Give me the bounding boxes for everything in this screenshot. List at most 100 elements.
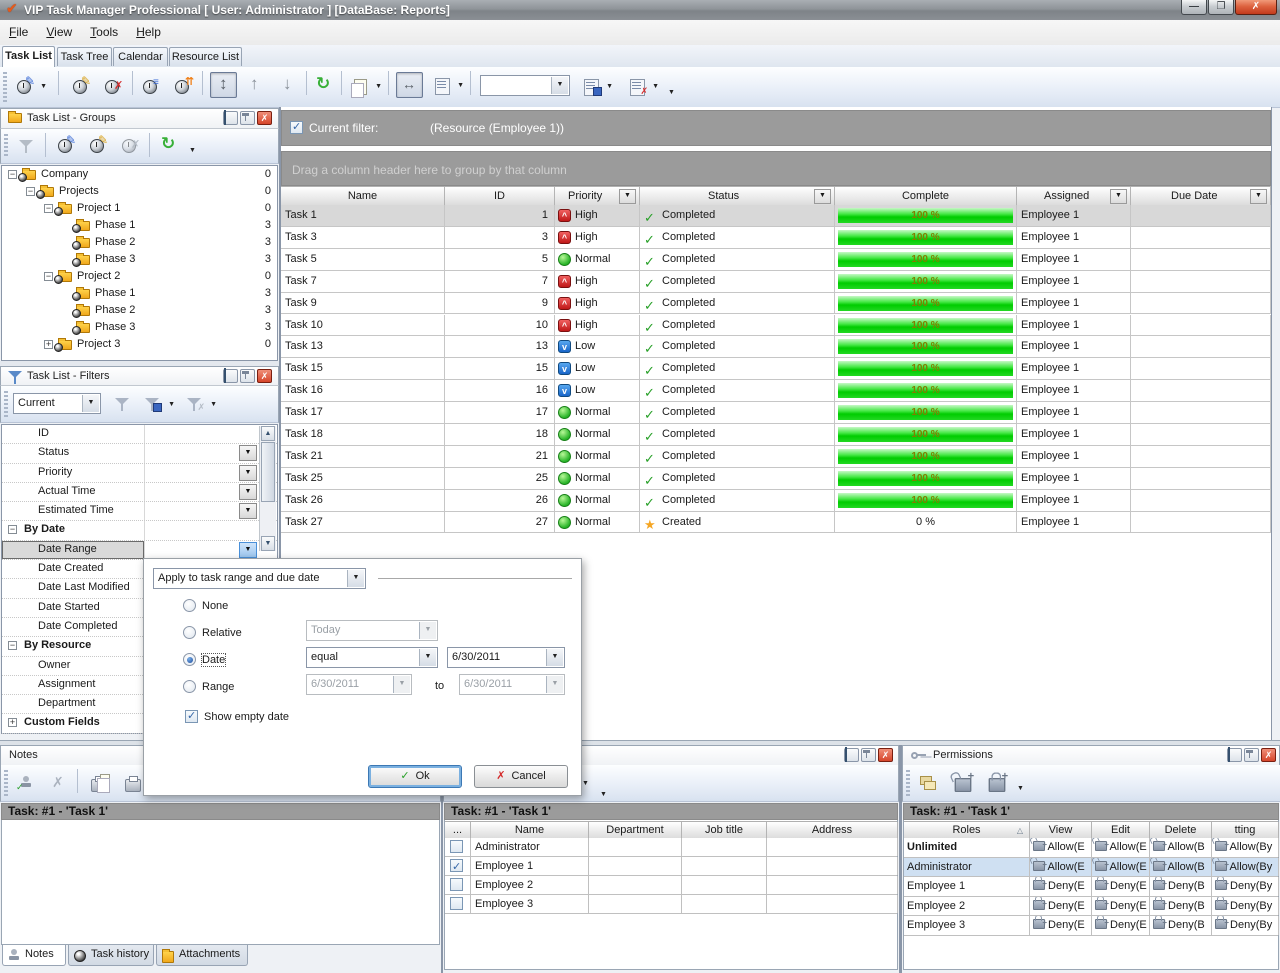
date-value-arrow[interactable]: ▼ [546, 649, 563, 666]
task-row[interactable]: Task 2525Normal✓Completed100 %Employee 1 [281, 468, 1271, 490]
task-row[interactable]: Task 2626Normal✓Completed100 %Employee 1 [281, 490, 1271, 512]
apply-mode-combo[interactable]: Apply to task range and due date ▼ [153, 568, 366, 589]
filter-row-priority[interactable]: Priority▼ [2, 464, 277, 483]
group-by-bar[interactable]: Drag a column header here to group by th… [281, 151, 1271, 186]
toolbar-overflow-icon[interactable]: ▼ [668, 89, 675, 96]
lock-button[interactable] [983, 770, 1009, 795]
sort-ascending-button[interactable]: ↑ [243, 72, 270, 98]
notes-tab-notes[interactable]: Notes [2, 945, 66, 966]
ok-button[interactable]: ✓Ok [368, 765, 462, 788]
close-button[interactable]: ✗ [1235, 0, 1277, 15]
permission-row-employee-1[interactable]: Employee 1 Deny(E Deny(E Deny(B Deny(By [904, 877, 1278, 897]
filters-toolbar-grip[interactable] [4, 391, 8, 417]
filters-close-button[interactable]: ✗ [257, 369, 272, 383]
permissions-close-button[interactable]: ✗ [1261, 748, 1276, 762]
column-header-due-date[interactable]: Due Date▼ [1131, 187, 1271, 206]
layout-list-button[interactable]: ▼ [429, 72, 456, 98]
groups-toolbar-grip[interactable] [4, 134, 8, 158]
assign-close-button[interactable]: ✗ [878, 748, 893, 762]
clear-filter-button[interactable]: ✗▼ [183, 391, 209, 416]
radio-range-label[interactable]: Range [202, 681, 234, 693]
permission-row-employee-2[interactable]: Employee 2 Deny(E Deny(E Deny(B Deny(By [904, 897, 1278, 917]
column-header-assigned[interactable]: Assigned▼ [1017, 187, 1131, 206]
filter-dropdown-icon[interactable]: ▼ [239, 484, 257, 500]
show-empty-label[interactable]: Show empty date [204, 711, 289, 723]
column-header-status[interactable]: Status▼ [640, 187, 835, 206]
permissions-toolbar-grip[interactable] [906, 770, 910, 796]
expand-icon[interactable]: + [44, 340, 53, 349]
collapse-icon[interactable]: − [8, 170, 17, 179]
tree-item-phase-2[interactable]: Phase 23 [2, 234, 277, 251]
perm-column-view[interactable]: View [1030, 822, 1092, 839]
filter-dropdown-icon[interactable]: ▼ [239, 445, 257, 461]
scroll-down-icon[interactable]: ▼ [261, 536, 275, 551]
task-row[interactable]: Task 55Normal✓Completed100 %Employee 1 [281, 249, 1271, 271]
tree-item-project-3[interactable]: +Project 30 [2, 336, 277, 353]
tree-item-project-2[interactable]: −Project 20 [2, 268, 277, 285]
tab-task-list[interactable]: Task List [2, 46, 55, 67]
delete-task-button[interactable]: ✗ [100, 73, 127, 99]
groups-close-button[interactable]: ✗ [257, 111, 272, 125]
radio-none[interactable] [183, 599, 196, 612]
cancel-button[interactable]: ✗Cancel [474, 765, 568, 788]
tree-item-phase-3[interactable]: Phase 33 [2, 319, 277, 336]
filter-row-estimated-time[interactable]: Estimated Time▼ [2, 502, 277, 521]
fit-columns-button[interactable]: ↔ [396, 72, 423, 98]
assign-pin-button[interactable] [861, 748, 876, 762]
collapse-icon[interactable]: − [44, 272, 53, 281]
assign-checkbox[interactable] [450, 859, 463, 872]
assign-row-administrator[interactable]: Administrator [445, 838, 897, 857]
task-row[interactable]: Task 1010^High✓Completed100 %Employee 1 [281, 315, 1271, 337]
filter-row-actual-time[interactable]: Actual Time▼ [2, 483, 277, 502]
date-operator-combo[interactable]: equal ▼ [306, 647, 438, 668]
filter-row-id[interactable]: ID [2, 425, 277, 444]
row-height-button[interactable]: ↕ [210, 72, 237, 98]
layout-combo[interactable]: ▼ [480, 75, 570, 96]
column-header-complete[interactable]: Complete [835, 187, 1017, 206]
assign-checkbox[interactable] [450, 878, 463, 891]
groups-filters-splitter[interactable] [0, 361, 279, 366]
assign-row-employee-1[interactable]: Employee 1 [445, 857, 897, 876]
groups-delete-button[interactable]: ✗ [117, 133, 143, 158]
assign-column-name[interactable]: Name [471, 822, 589, 839]
layout-combo-arrow[interactable]: ▼ [551, 77, 568, 94]
groups-pin-button[interactable] [240, 111, 255, 125]
notes-toolbar-grip[interactable] [4, 770, 8, 796]
collapse-icon[interactable]: − [8, 525, 17, 534]
assign-checkbox[interactable] [450, 840, 463, 853]
filter-dropdown-icon[interactable]: ▼ [239, 542, 257, 558]
menu-help[interactable]: Help [127, 20, 170, 39]
groups-restore-button[interactable] [223, 111, 238, 125]
layout-clear-button[interactable]: ✗▼ [624, 73, 651, 99]
show-empty-checkbox[interactable] [185, 710, 198, 723]
task-row[interactable]: Task 2727Normal★Created0 %Employee 1 [281, 512, 1271, 534]
apply-filter-button[interactable] [109, 391, 135, 416]
menu-file[interactable]: File [0, 20, 37, 39]
assign-checkbox[interactable] [450, 897, 463, 910]
assign-row-employee-2[interactable]: Employee 2 [445, 876, 897, 895]
collapse-icon[interactable]: − [44, 204, 53, 213]
perm-column-delete[interactable]: Delete [1150, 822, 1212, 839]
column-filter-icon[interactable]: ▼ [814, 189, 831, 204]
note-accept-button[interactable]: ✓ [13, 770, 39, 795]
notes-content[interactable] [1, 820, 440, 945]
task-row[interactable]: Task 1717Normal✓Completed100 %Employee 1 [281, 402, 1271, 424]
groups-refresh-button[interactable]: ↻ [156, 133, 182, 158]
tree-item-project-1[interactable]: −Project 10 [2, 200, 277, 217]
date-value-combo[interactable]: 6/30/2011 ▼ [447, 647, 565, 668]
notes-tab-task-history[interactable]: Task history [68, 945, 154, 966]
groups-refresh-arrow-icon[interactable]: ▼ [189, 147, 196, 154]
perm-column-tting-permissic[interactable]: tting permissic [1212, 822, 1279, 839]
tab-calendar[interactable]: Calendar [113, 47, 168, 66]
collapse-icon[interactable]: − [26, 187, 35, 196]
radio-none-label[interactable]: None [202, 600, 228, 612]
column-filter-icon[interactable]: ▼ [1250, 189, 1267, 204]
copy-permissions-button[interactable] [915, 770, 941, 795]
task-row[interactable]: Task 33^High✓Completed100 %Employee 1 [281, 227, 1271, 249]
assign-column-department[interactable]: Department [589, 822, 682, 839]
copy-button[interactable]: ▼ [347, 73, 374, 99]
assign-restore-button[interactable] [844, 748, 859, 762]
assign-column-address[interactable]: Address [767, 822, 898, 839]
groups-new-button[interactable]: ✎ [53, 133, 79, 158]
menu-tools[interactable]: Tools [81, 20, 127, 39]
